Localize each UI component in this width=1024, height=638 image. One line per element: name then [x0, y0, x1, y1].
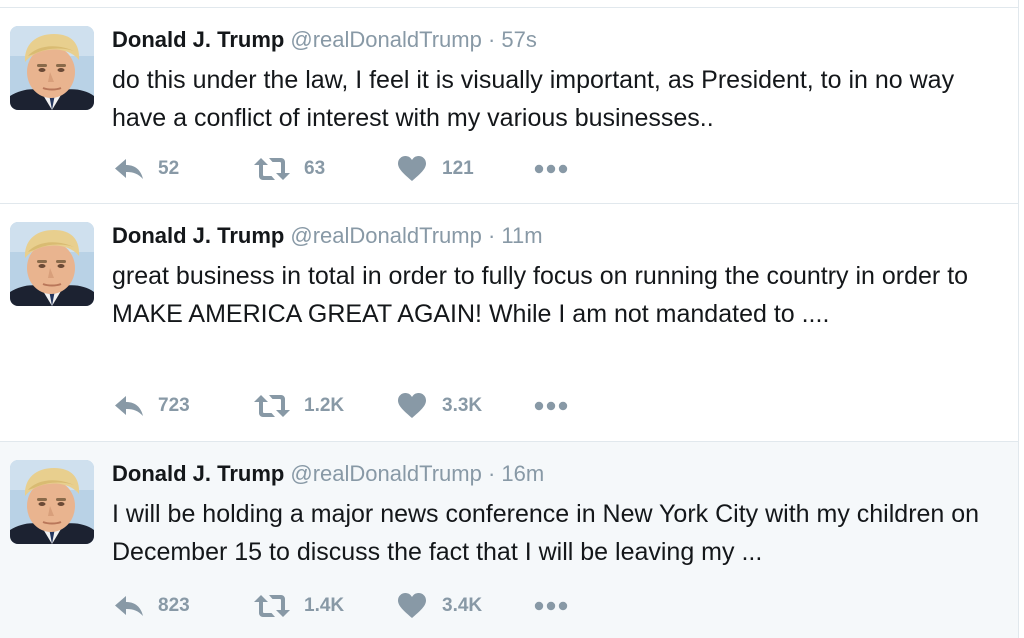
- tweet-header: Donald J. Trump @realDonaldTrump · 16m: [112, 460, 544, 488]
- timestamp[interactable]: 11m: [501, 223, 542, 248]
- reply-icon: [114, 394, 144, 418]
- tweet-item[interactable]: Donald J. Trump @realDonaldTrump · 16m I …: [0, 442, 1018, 638]
- tweet-text: do this under the law, I feel it is visu…: [112, 66, 955, 132]
- tweet-timeline: Donald J. Trump @realDonaldTrump · 57s do…: [0, 0, 1024, 638]
- like-count: 3.3K: [442, 395, 483, 416]
- reply-icon: [114, 594, 144, 618]
- like-button[interactable]: 3.3K: [398, 391, 482, 421]
- reply-count: 52: [158, 158, 180, 179]
- timestamp[interactable]: 57s: [501, 27, 536, 52]
- more-dots-icon: [534, 601, 568, 611]
- retweet-button[interactable]: 63: [254, 154, 325, 184]
- more-dots-icon: [534, 164, 568, 174]
- separator-dot: ·: [487, 223, 496, 248]
- avatar[interactable]: [10, 26, 94, 110]
- author-name[interactable]: Donald J. Trump: [112, 223, 284, 248]
- avatar-image: [10, 26, 94, 110]
- reply-icon: [114, 157, 144, 181]
- author-handle[interactable]: @realDonaldTrump: [290, 27, 481, 52]
- avatar[interactable]: [10, 460, 94, 544]
- more-dots-icon: [534, 401, 568, 411]
- like-button[interactable]: 121: [398, 154, 474, 184]
- heart-icon: [398, 156, 426, 182]
- retweet-button[interactable]: 1.4K: [254, 591, 344, 621]
- more-button[interactable]: [534, 154, 568, 184]
- author-handle[interactable]: @realDonaldTrump: [290, 461, 481, 486]
- retweet-count: 63: [304, 158, 326, 179]
- tweet-item[interactable]: Donald J. Trump @realDonaldTrump · 57s do…: [0, 8, 1018, 204]
- tweet-item[interactable]: Donald J. Trump @realDonaldTrump · 11m gr…: [0, 204, 1018, 442]
- like-button[interactable]: 3.4K: [398, 591, 482, 621]
- tweet-header: Donald J. Trump @realDonaldTrump · 57s: [112, 26, 537, 54]
- right-divider: [1018, 0, 1019, 638]
- retweet-icon: [254, 394, 290, 418]
- retweet-button[interactable]: 1.2K: [254, 391, 344, 421]
- avatar-image: [10, 460, 94, 544]
- heart-icon: [398, 593, 426, 619]
- tweet-text: I will be holding a major news conferenc…: [112, 500, 980, 566]
- author-name[interactable]: Donald J. Trump: [112, 27, 284, 52]
- like-count: 121: [442, 158, 474, 179]
- separator-dot: ·: [487, 27, 496, 52]
- retweet-count: 1.4K: [304, 595, 345, 616]
- avatar-image: [10, 222, 94, 306]
- reply-button[interactable]: 823: [114, 591, 190, 621]
- more-button[interactable]: [534, 391, 568, 421]
- timestamp[interactable]: 16m: [501, 461, 544, 486]
- heart-icon: [398, 393, 426, 419]
- retweet-icon: [254, 594, 290, 618]
- separator-dot: ·: [487, 461, 496, 486]
- reply-count: 723: [158, 395, 190, 416]
- reply-count: 823: [158, 595, 190, 616]
- tweet-header: Donald J. Trump @realDonaldTrump · 11m: [112, 222, 543, 250]
- retweet-icon: [254, 157, 290, 181]
- avatar[interactable]: [10, 222, 94, 306]
- reply-button[interactable]: 52: [114, 154, 179, 184]
- tweet-text: great business in total in order to full…: [112, 262, 969, 328]
- author-handle[interactable]: @realDonaldTrump: [290, 223, 481, 248]
- more-button[interactable]: [534, 591, 568, 621]
- reply-button[interactable]: 723: [114, 391, 190, 421]
- like-count: 3.4K: [442, 595, 483, 616]
- author-name[interactable]: Donald J. Trump: [112, 461, 284, 486]
- retweet-count: 1.2K: [304, 395, 345, 416]
